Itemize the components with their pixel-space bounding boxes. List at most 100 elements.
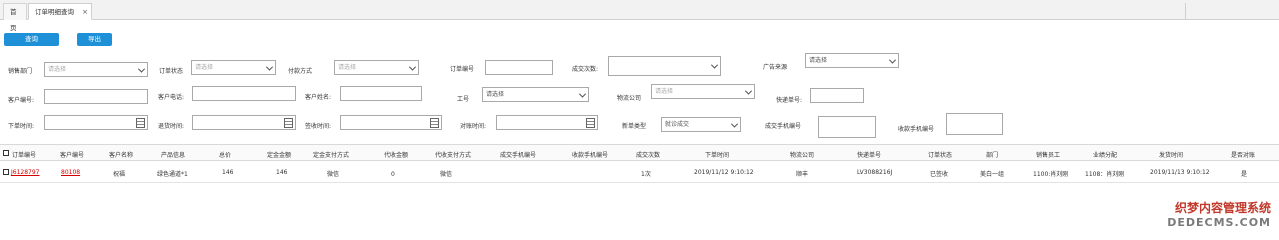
cell: 顺丰 [796,171,809,178]
order-status-label: 订单状态 [159,68,184,75]
cell: 绿色通道*1 [157,171,188,178]
customer-no-input[interactable] [44,89,148,104]
employee-no-select[interactable]: 请选择 [482,87,589,102]
tab-order-detail-label: 订单明细查询 [35,8,74,16]
row-checkbox[interactable] [3,169,9,175]
reconcile-time-label: 对账时间: [460,123,487,130]
customer-no-label: 客户编号: [8,97,35,104]
watermark: 织梦内容管理系统 DEDECMS.COM [1135,197,1279,235]
col-header: 部门 [986,152,999,159]
cell: 祝福 [113,171,126,178]
sign-time-input[interactable] [340,115,442,130]
col-header: 下单时间 [705,152,730,159]
col-header: 订单编号 [12,152,37,159]
cell: 1100:肖刘刚 [1033,171,1069,178]
new-order-type-select[interactable]: 就诊成交 [661,117,741,132]
col-header: 客户名称 [109,152,134,159]
logistics-label: 物流公司 [617,95,642,102]
col-header: 产品信息 [161,152,186,159]
col-header: 成交手机编号 [500,152,537,159]
new-order-type-label: 新单类型 [622,123,647,130]
table-header: 订单编号 客户编号 客户名称 产品信息 总价 定金金额 定金支付方式 代收金额 … [0,144,1279,161]
chevron-down-icon [888,56,897,64]
calendar-icon[interactable] [136,118,145,128]
customer-name-input[interactable] [340,86,422,101]
sales-dept-label: 销售部门 [8,68,33,75]
col-header: 发货时间 [1159,152,1184,159]
calendar-icon[interactable] [586,118,595,128]
cell: 微信 [327,171,340,178]
customer-no-link[interactable]: 80108 [61,169,80,176]
order-status-select[interactable]: 请选择 [191,60,276,75]
collect-phone-label: 收款手机编号 [898,126,935,133]
order-no-link[interactable]: J6128797 [11,169,40,176]
ad-source-label: 广告来源 [763,64,788,71]
customer-name-label: 客户姓名: [305,94,332,101]
new-order-type-value: 就诊成交 [665,121,690,128]
chevron-down-icon [137,65,146,73]
deal-count-select[interactable] [608,56,721,76]
logistics-select[interactable]: 请选择 [651,84,755,99]
return-time-label: 退货时间: [158,123,185,130]
pay-method-label: 付款方式 [288,68,313,75]
ad-source-select[interactable]: 请选择 [805,53,899,68]
deal-phone-input[interactable] [818,116,876,138]
select-all-checkbox[interactable] [3,150,9,156]
tab-home-label: 首页 [10,8,17,32]
cell: 是 [1241,171,1248,178]
sales-dept-value: 请选择 [48,66,67,73]
tab-bar-divider [1185,3,1186,20]
col-header: 收款手机编号 [572,152,609,159]
employee-no-label: 工号 [457,96,470,103]
close-icon[interactable]: × [82,4,88,20]
col-header: 定金金额 [267,152,292,159]
cell: 美白一组 [980,171,1005,178]
watermark-line2: DEDECMS.COM [1167,216,1271,229]
chevron-down-icon [265,63,274,71]
order-time-input[interactable] [44,115,148,130]
logistics-value: 请选择 [655,88,674,95]
query-button[interactable]: 查询 [4,33,59,46]
export-button[interactable]: 导出 [77,33,112,46]
col-header: 定金支付方式 [313,152,350,159]
ad-source-value: 请选择 [809,57,828,64]
cell: 已签收 [930,171,949,178]
sales-dept-select[interactable]: 请选择 [44,62,148,77]
pay-method-value: 请选择 [338,64,357,71]
customer-phone-label: 客户电话: [158,94,185,101]
col-header: 客户编号 [60,152,85,159]
order-no-input[interactable] [485,60,553,75]
tab-bar: 首页 订单明细查询 × [0,0,1279,32]
tab-home[interactable]: 首页 [3,3,27,32]
watermark-line1: 织梦内容管理系统 [1174,201,1271,215]
deal-count-label: 成交次数: [572,66,599,73]
employee-no-value: 请选择 [486,91,505,98]
order-status-value: 请选择 [195,64,214,71]
customer-phone-input[interactable] [192,86,296,101]
col-header: 快递单号 [857,152,882,159]
chevron-down-icon [744,87,753,95]
table-row[interactable]: J6128797 80108 祝福 绿色通道*1 146 146 微信 0 微信… [0,161,1279,183]
reconcile-time-input[interactable] [496,115,598,130]
chevron-down-icon [408,63,417,71]
col-header: 销售员工 [1036,152,1061,159]
pay-method-select[interactable]: 请选择 [334,60,419,75]
chevron-down-icon [730,120,739,128]
calendar-icon[interactable] [284,118,293,128]
collect-phone-input[interactable] [946,113,1003,135]
col-header: 成交次数 [636,152,661,159]
sign-time-label: 签收时间: [305,123,332,130]
cell: 2019/11/12 9:10:12 [694,169,754,176]
tracking-no-input[interactable] [810,88,864,103]
col-header: 是否对账 [1231,152,1256,159]
cell: 微信 [440,171,453,178]
cell: 146 [222,169,234,176]
order-time-label: 下单时间: [8,123,35,130]
tracking-no-label: 快递单号: [776,97,803,104]
return-time-input[interactable] [192,115,296,130]
deal-phone-label: 成交手机编号 [765,123,802,130]
calendar-icon[interactable] [430,118,439,128]
cell: LV3088216J [857,169,893,176]
tab-order-detail[interactable]: 订单明细查询 × [28,3,92,20]
cell: 2019/11/13 9:10:12 [1150,169,1210,176]
